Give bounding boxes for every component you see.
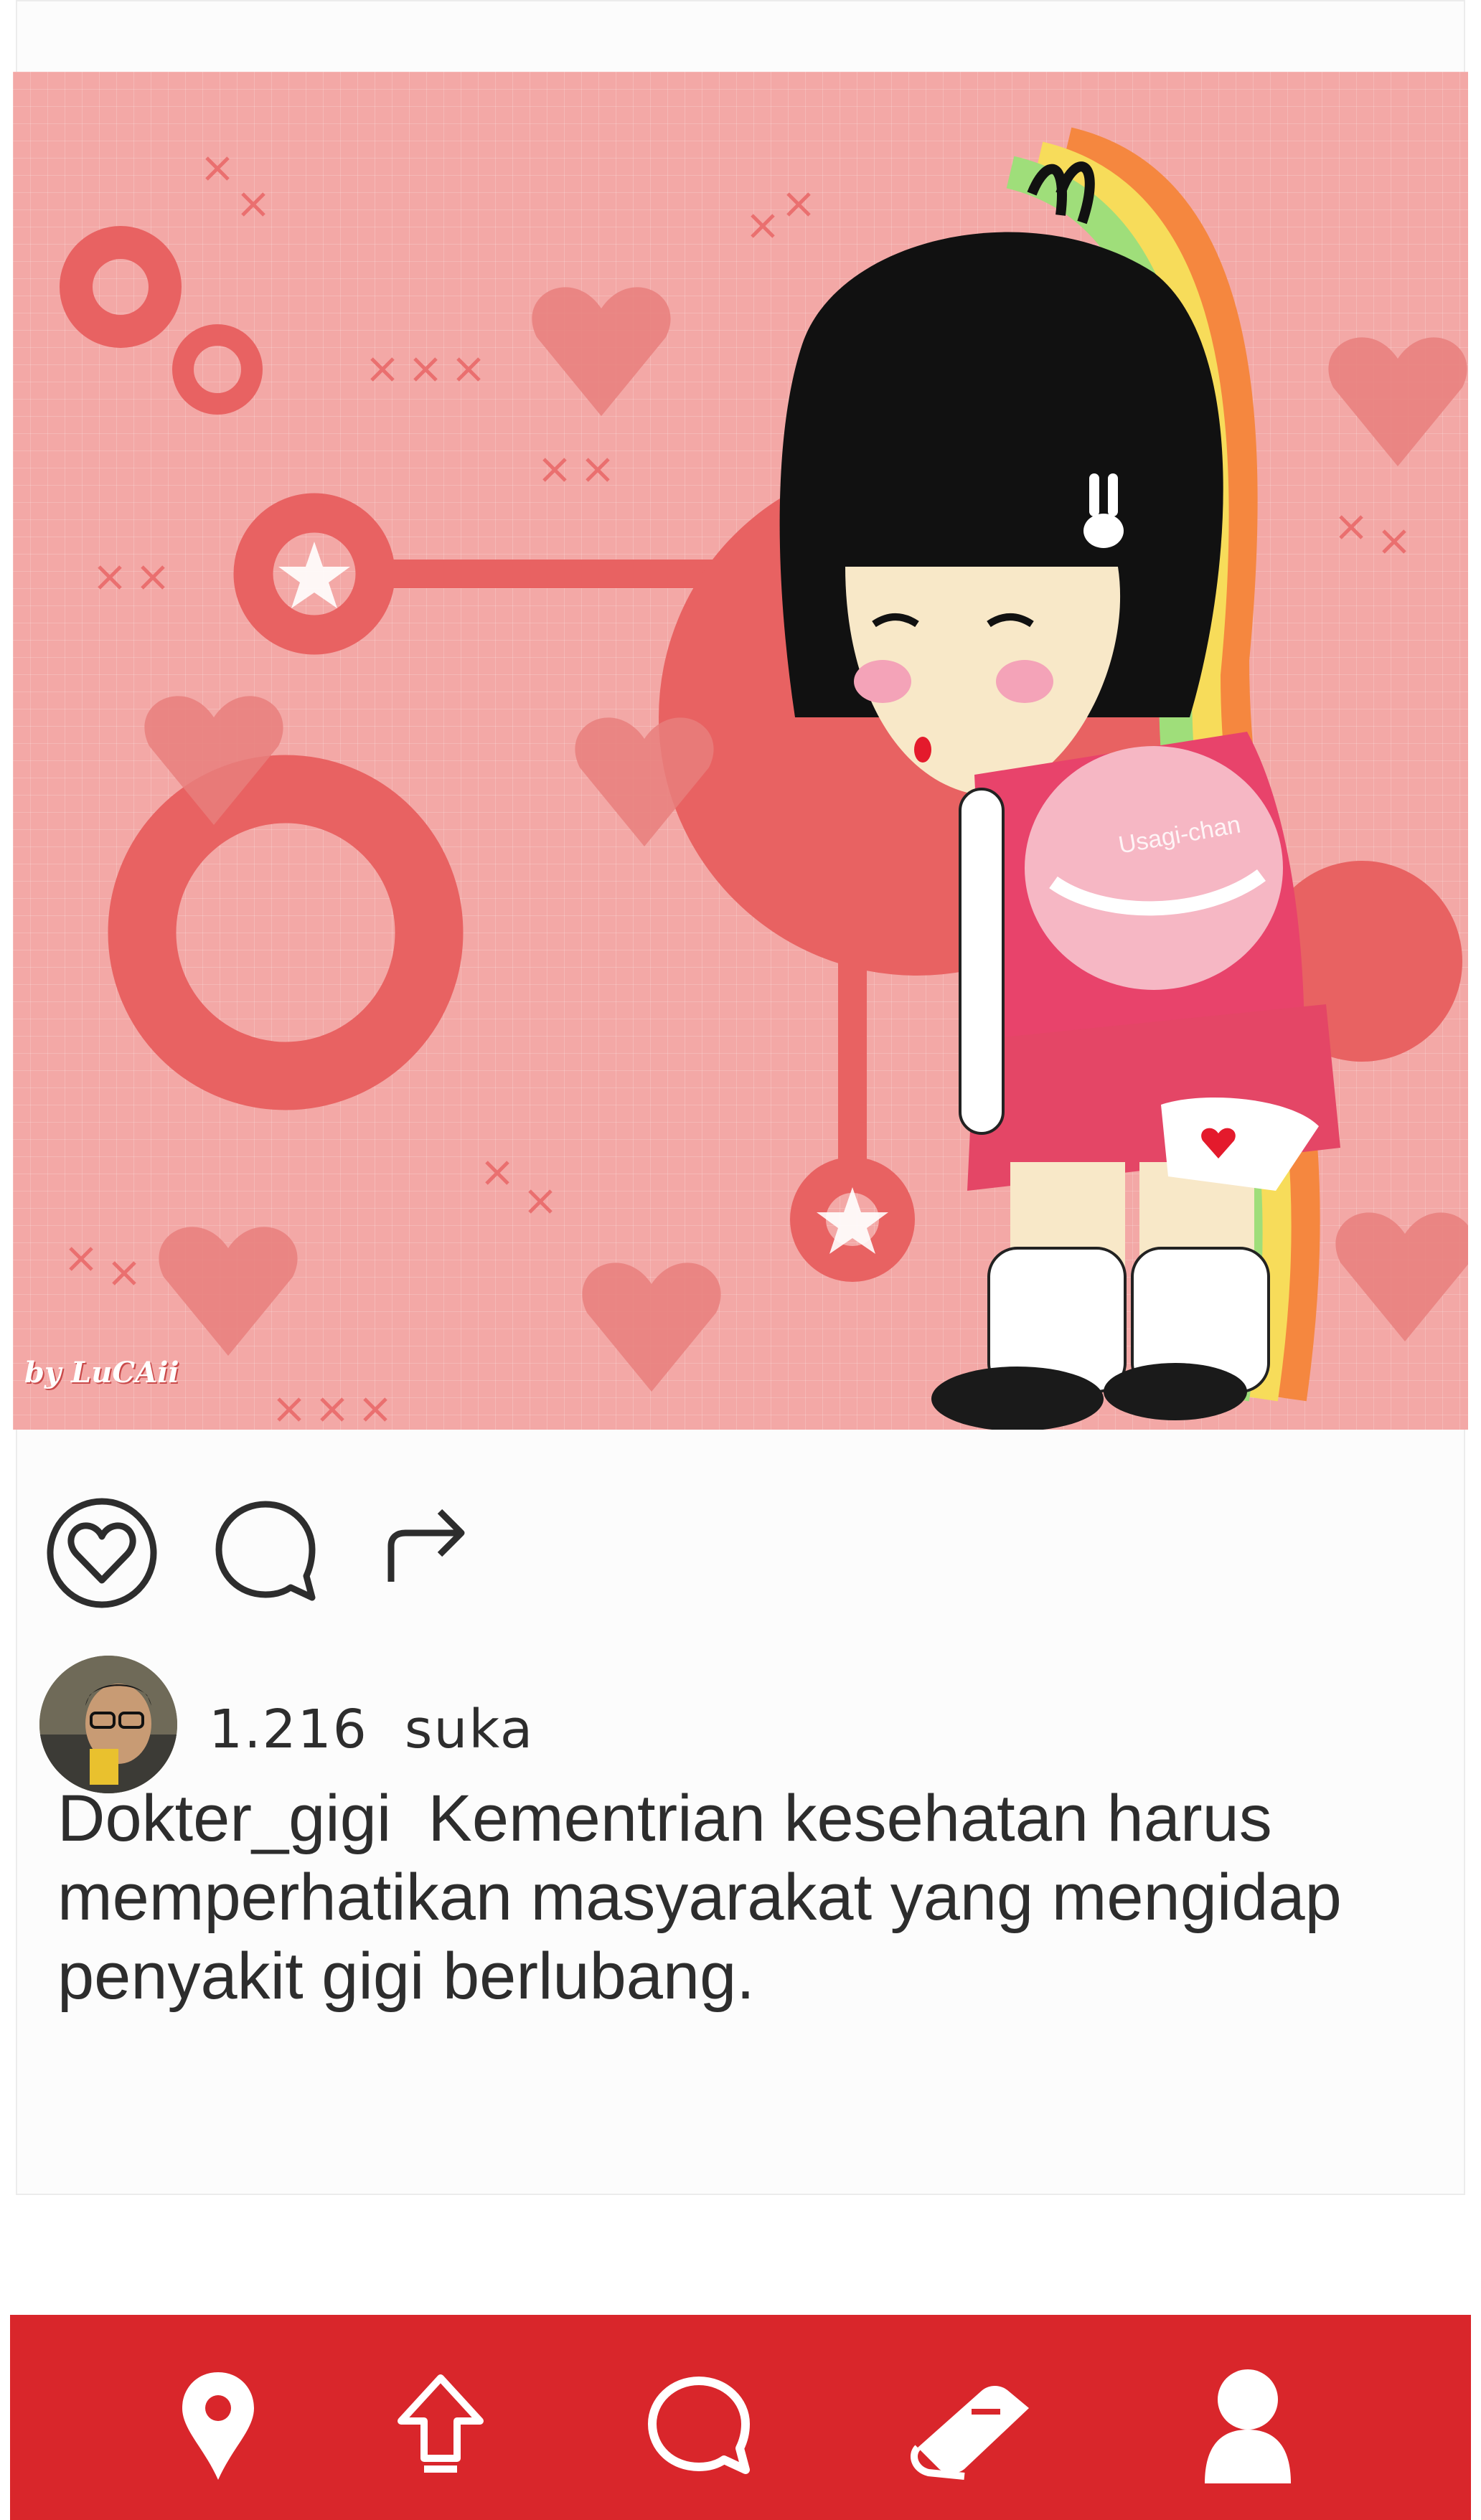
book-icon — [911, 2386, 1029, 2480]
nav-chat-button[interactable] — [627, 2365, 771, 2487]
post-meta: 1.216 suka — [39, 1656, 1403, 1793]
likes-label: suka — [404, 1699, 535, 1760]
avatar[interactable] — [39, 1656, 177, 1793]
chat-icon — [648, 2377, 750, 2474]
nav-book-button[interactable] — [900, 2365, 1043, 2487]
post-actions — [0, 1496, 1481, 1610]
comment-button[interactable] — [212, 1496, 319, 1613]
nav-profile-button[interactable] — [1176, 2365, 1320, 2487]
comment-icon — [215, 1501, 316, 1601]
bottom-nav — [10, 2315, 1471, 2520]
post-illustration — [60, 127, 1468, 1430]
post-image[interactable]: by LuCAii Usagi-chan — [13, 72, 1468, 1430]
share-button[interactable] — [377, 1496, 477, 1599]
upload-icon — [398, 2374, 484, 2473]
share-arrow-icon — [387, 1509, 465, 1582]
avatar-photo — [39, 1656, 177, 1793]
nav-upload-button[interactable] — [369, 2365, 512, 2487]
artist-signature: by LuCAii — [24, 1356, 179, 1389]
profile-icon — [1205, 2369, 1291, 2483]
like-button[interactable] — [44, 1496, 159, 1613]
nav-location-button[interactable] — [146, 2365, 290, 2487]
likes-count[interactable]: 1.216 suka — [209, 1699, 534, 1760]
likes-number: 1.216 — [209, 1699, 368, 1760]
location-pin-icon — [182, 2372, 254, 2480]
post-caption: Dokter_gigi Kementrian kesehatan harus m… — [57, 1779, 1449, 2016]
caption-username[interactable]: Dokter_gigi — [57, 1782, 391, 1855]
heart-icon — [47, 1498, 157, 1608]
